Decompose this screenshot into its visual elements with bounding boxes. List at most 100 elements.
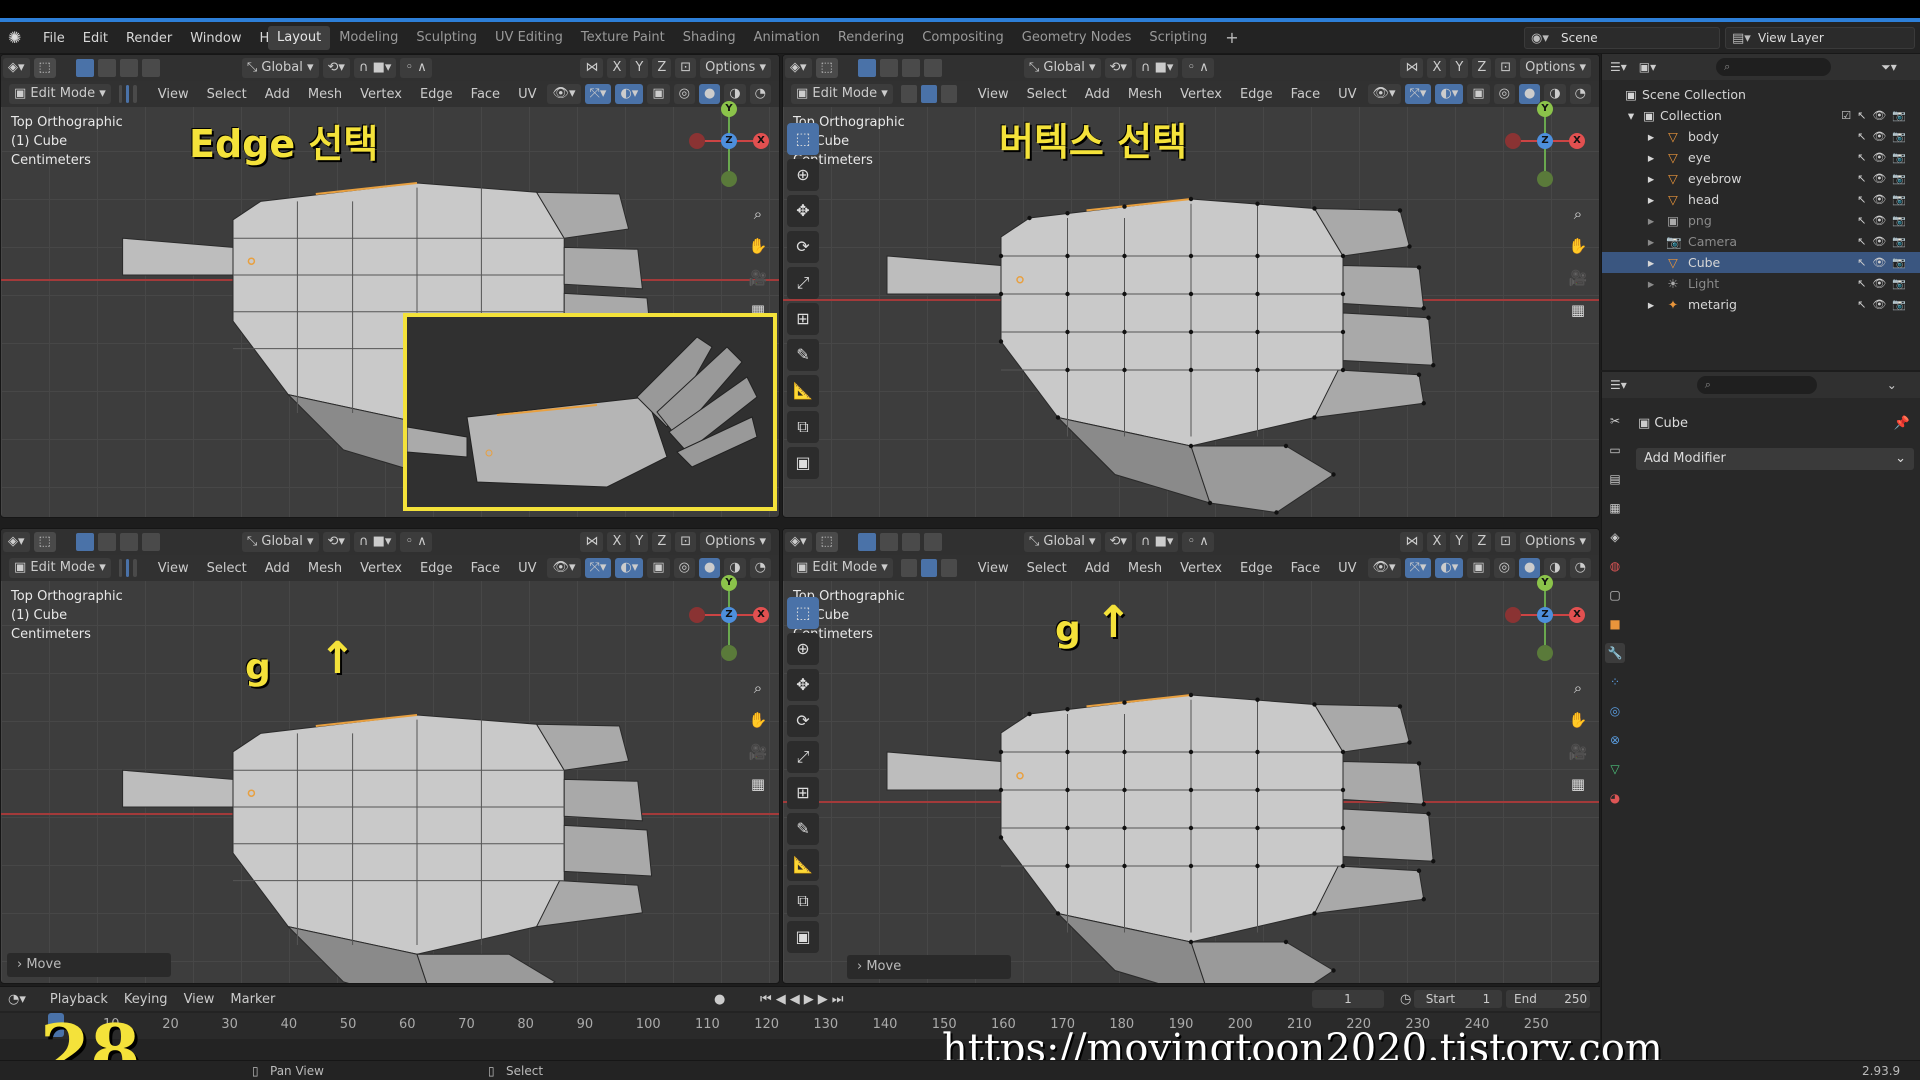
auto-merge-icon[interactable]: ⊡	[1495, 532, 1517, 552]
axis-x-ball-icon[interactable]: X	[753, 607, 769, 623]
editor-type-icon[interactable]: ◈▾	[3, 58, 30, 78]
auto-merge-icon[interactable]: ⊡	[675, 58, 697, 78]
annotate-tool-icon[interactable]: ✎	[787, 339, 819, 371]
menu-vertex[interactable]: Vertex	[1171, 561, 1231, 576]
navigation-gizmo[interactable]: Y X Z	[1505, 95, 1585, 195]
axis-x-toggle[interactable]: X	[1427, 532, 1447, 552]
editor-type-icon[interactable]: ◈▾	[785, 532, 812, 552]
physics-tab-icon[interactable]: ◎	[1605, 701, 1625, 721]
options-dropdown[interactable]: Options ▾	[1520, 58, 1591, 78]
outliner-item-camera[interactable]: ▸ 📷 Camera ↖👁📷	[1602, 231, 1920, 252]
axis-z-toggle[interactable]: Z	[652, 58, 672, 78]
expand-arrow-icon[interactable]: ▸	[1644, 126, 1658, 147]
camera-view-icon[interactable]: 🎥	[747, 267, 769, 289]
select-tool-icon[interactable]: ⬚	[33, 58, 56, 78]
tab-compositing[interactable]: Compositing	[913, 26, 1013, 50]
viewport-bottom-left[interactable]: ◈▾ ⬚ ⤡ Global ▾ ⟲▾ ∩ ■▾ ◦ ∧ ⋈ X Y Z ⊡ Op…	[0, 528, 780, 984]
menu-face[interactable]: Face	[462, 87, 509, 102]
add-modifier-button[interactable]: Add Modifier ⌄	[1636, 448, 1914, 470]
add-cube-tool-icon[interactable]: ⧉	[787, 885, 819, 917]
visibility-icons[interactable]: ↖👁📷	[1857, 147, 1912, 168]
camera-view-icon[interactable]: 🎥	[1567, 267, 1589, 289]
playback-controls[interactable]: ⏮◀◀▶▶⏭	[752, 992, 855, 1007]
axis-z-ball-icon[interactable]: Z	[721, 607, 737, 623]
vertex-select-mode-icon[interactable]	[900, 85, 917, 103]
menu-edge[interactable]: Edge	[1231, 561, 1282, 576]
xray-icon[interactable]: ▣	[1467, 84, 1490, 104]
visibility-icons[interactable]: ↖👁📷	[1857, 231, 1912, 252]
tab-scripting[interactable]: Scripting	[1140, 26, 1216, 50]
select-mode-subtract-icon[interactable]	[901, 533, 920, 551]
record-icon[interactable]: ●	[706, 992, 733, 1007]
cube-mesh[interactable]	[783, 529, 1600, 984]
viewport-bottom-right[interactable]: ◈▾ ⬚ ⤡ Global ▾ ⟲▾ ∩ ■▾ ◦ ∧ ⋈ X Y Z ⊡ Op…	[782, 528, 1600, 984]
pivot-point-icon[interactable]: ⟲▾	[1104, 532, 1132, 552]
visibility-selectability-icon[interactable]: 👁▾	[547, 558, 581, 578]
menu-uv[interactable]: UV	[1329, 561, 1365, 576]
menu-view[interactable]: View	[969, 561, 1018, 576]
measure-tool-icon[interactable]: 📐	[787, 375, 819, 407]
editor-type-icon[interactable]: ☰▾	[1610, 378, 1627, 392]
editor-type-icon[interactable]: ☰▾	[1610, 60, 1627, 74]
blender-logo-icon[interactable]: ✺	[8, 28, 28, 48]
move-tool-icon[interactable]: ✥	[787, 195, 819, 227]
tab-sculpting[interactable]: Sculpting	[407, 26, 486, 50]
transform-orientation-dropdown[interactable]: ⤡ Global ▾	[241, 58, 319, 78]
visibility-icons[interactable]: ☑↖👁📷	[1841, 105, 1912, 126]
mode-dropdown[interactable]: ▣ Edit Mode ▾	[9, 558, 111, 578]
mirror-icon[interactable]: ⋈	[580, 58, 604, 78]
snap-icon[interactable]: ∩ ■▾	[353, 58, 397, 78]
mirror-icon[interactable]: ⋈	[580, 532, 604, 552]
menu-face[interactable]: Face	[1282, 87, 1329, 102]
axis-z-toggle[interactable]: Z	[1472, 58, 1492, 78]
mode-dropdown[interactable]: ▣ Edit Mode ▾	[9, 84, 111, 104]
proportional-edit-icon[interactable]: ◦ ∧	[400, 58, 432, 78]
outliner-item-body[interactable]: ▸ ▽ body ↖👁📷	[1602, 126, 1920, 147]
rotate-tool-icon[interactable]: ⟳	[787, 231, 819, 263]
display-mode-icon[interactable]: ▣▾	[1639, 60, 1656, 74]
navigation-gizmo[interactable]: Y X Z	[689, 95, 769, 195]
menu-uv[interactable]: UV	[509, 87, 545, 102]
expand-arrow-icon[interactable]: ▾	[1624, 105, 1638, 126]
select-mode-new-icon[interactable]	[75, 59, 94, 77]
overlays-icon[interactable]: ◐▾	[1435, 558, 1464, 578]
tab-rendering[interactable]: Rendering	[829, 26, 913, 50]
transform-orientation-dropdown[interactable]: ⤡ Global ▾	[1023, 532, 1101, 552]
grid-toggle-icon[interactable]: ▦	[1567, 299, 1589, 321]
menu-select[interactable]: Select	[198, 87, 256, 102]
menu-add[interactable]: Add	[1076, 561, 1119, 576]
expand-arrow-icon[interactable]: ▸	[1644, 294, 1658, 315]
axis-x-ball-icon[interactable]: X	[753, 133, 769, 149]
auto-merge-icon[interactable]: ⊡	[675, 532, 697, 552]
tab-texture-paint[interactable]: Texture Paint	[572, 26, 674, 50]
menu-file[interactable]: File	[34, 31, 74, 46]
rotate-tool-icon[interactable]: ⟳	[787, 705, 819, 737]
visibility-selectability-icon[interactable]: 👁▾	[1367, 558, 1401, 578]
menu-select[interactable]: Select	[1018, 87, 1076, 102]
move-tool-icon[interactable]: ✥	[787, 669, 819, 701]
transform-orientation-dropdown[interactable]: ⤡ Global ▾	[241, 532, 319, 552]
expand-arrow-icon[interactable]: ▸	[1644, 210, 1658, 231]
grid-toggle-icon[interactable]: ▦	[747, 773, 769, 795]
axis-y-toggle[interactable]: Y	[1450, 532, 1469, 552]
snap-icon[interactable]: ∩ ■▾	[353, 532, 397, 552]
mode-dropdown[interactable]: ▣ Edit Mode ▾	[791, 558, 893, 578]
pan-hand-icon[interactable]: ✋	[747, 709, 769, 731]
data-tab-icon[interactable]: ▽	[1605, 759, 1625, 779]
outliner-search-input[interactable]: ⌕	[1716, 58, 1832, 76]
outliner-item-head[interactable]: ▸ ▽ head ↖👁📷	[1602, 189, 1920, 210]
cursor-tool-icon[interactable]: ⊕	[787, 159, 819, 191]
expand-arrow-icon[interactable]: ▸	[1644, 168, 1658, 189]
menu-edge[interactable]: Edge	[1231, 87, 1282, 102]
axis-z-ball-icon[interactable]: Z	[1537, 133, 1553, 149]
camera-view-icon[interactable]: 🎥	[1567, 741, 1589, 763]
modifier-tab-icon[interactable]: 🔧	[1605, 643, 1625, 663]
edge-select-mode-icon[interactable]	[920, 85, 937, 103]
select-mode-intersect-icon[interactable]	[923, 533, 942, 551]
select-mode-extend-icon[interactable]	[97, 59, 116, 77]
axis-x-toggle[interactable]: X	[607, 58, 627, 78]
select-mode-subtract-icon[interactable]	[901, 59, 920, 77]
menu-vertex[interactable]: Vertex	[351, 87, 411, 102]
axis-x-ball-icon[interactable]: X	[1569, 607, 1585, 623]
select-box-tool-icon[interactable]: ⬚	[787, 123, 819, 155]
